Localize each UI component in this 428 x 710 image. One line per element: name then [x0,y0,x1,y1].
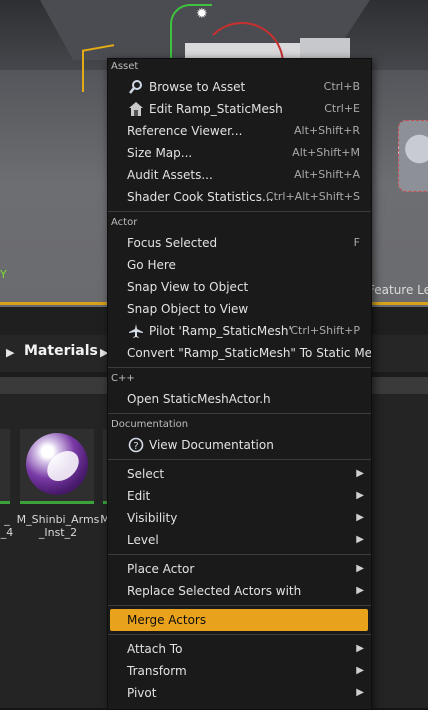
section-title-documentation: Documentation [111,419,189,430]
submenu-arrow-icon: ▶ [356,643,364,654]
menu-item-level[interactable]: Level ▶ [110,529,368,551]
breadcrumb-arrow-icon[interactable]: ▶ [6,346,14,359]
menu-item-audit-assets[interactable]: Audit Assets... Alt+Shift+A [110,164,368,186]
menu-separator [108,605,371,606]
menu-item-replace-selected-actors[interactable]: Replace Selected Actors with ▶ [110,580,368,602]
menu-item-open-header[interactable]: Open StaticMeshActor.h [110,388,368,410]
material-preview-thumbnail [26,433,88,495]
menu-item-select[interactable]: Select ▶ [110,463,368,485]
menu-separator [108,367,371,368]
help-icon: ? [128,437,144,453]
menu-separator [108,634,371,635]
menu-item-snap-view-to-object[interactable]: Snap View to Object [110,276,368,298]
character-actor[interactable] [398,120,428,192]
submenu-arrow-icon: ▶ [356,534,364,545]
menu-item-go-here[interactable]: Go Here [110,254,368,276]
submenu-arrow-icon: ▶ [356,687,364,698]
menu-separator [108,554,371,555]
section-title-actor: Actor [111,217,138,228]
menu-item-convert-to-static-mesh[interactable]: Convert "Ramp_StaticMesh" To Static Mesh [110,342,371,364]
menu-item-pivot[interactable]: Pivot ▶ [110,682,368,704]
light-icon[interactable]: ✹ [196,7,208,21]
menu-item-browse-to-asset[interactable]: Browse to Asset Ctrl+B [110,76,368,98]
submenu-arrow-icon: ▶ [356,468,364,479]
menu-item-edit-mesh[interactable]: Edit Ramp_StaticMesh Ctrl+E [110,98,368,120]
material-preview-highlight [43,451,83,481]
menu-item-size-map[interactable]: Size Map... Alt+Shift+M [110,142,368,164]
airplane-icon [128,323,144,339]
viewport-level-text: Feature Lev [368,283,428,297]
menu-separator [108,459,371,460]
menu-item-merge-actors[interactable]: Merge Actors [110,609,368,631]
search-icon [128,79,144,95]
asset-tile-m-shinbi-arms[interactable] [20,429,94,504]
section-title-asset: Asset [111,61,139,72]
selection-outline-edge [82,52,84,92]
menu-item-snap-object-to-view[interactable]: Snap Object to View [110,298,368,320]
section-title-cpp: C++ [111,373,135,384]
submenu-arrow-icon: ▶ [356,563,364,574]
menu-item-reference-viewer[interactable]: Reference Viewer... Alt+Shift+R [110,120,368,142]
menu-item-attach-to[interactable]: Attach To ▶ [110,638,368,660]
menu-item-place-actor[interactable]: Place Actor ▶ [110,558,368,580]
submenu-arrow-icon: ▶ [356,585,364,596]
submenu-arrow-icon: ▶ [356,490,364,501]
menu-item-edit[interactable]: Edit ▶ [110,485,368,507]
menu-item-pilot[interactable]: Pilot 'Ramp_StaticMesh' Ctrl+Shift+P [110,320,368,342]
submenu-arrow-icon: ▶ [356,665,364,676]
submenu-arrow-icon: ▶ [356,512,364,523]
menu-item-transform[interactable]: Transform ▶ [110,660,368,682]
menu-item-focus-selected[interactable]: Focus Selected F [110,232,368,254]
menu-item-visibility[interactable]: Visibility ▶ [110,507,368,529]
menu-item-view-documentation[interactable]: ? View Documentation [110,434,368,456]
menu-separator [108,413,371,414]
menu-item-shader-cook-statistics[interactable]: Shader Cook Statistics... Ctrl+Alt+Shift… [110,186,368,208]
menu-separator [108,211,371,212]
asset-tile[interactable] [0,429,10,504]
asset-label: M_Shinbi_Arms _Inst_2 [16,513,100,539]
svg-text:?: ? [133,441,138,452]
axis-indicator: Y [0,268,7,281]
context-menu: Asset Browse to Asset Ctrl+B Edit Ramp_S… [107,58,372,710]
asset-label: _ _4 [0,513,14,539]
static-mesh-icon [128,101,144,117]
breadcrumb-materials[interactable]: Materials [24,343,98,359]
